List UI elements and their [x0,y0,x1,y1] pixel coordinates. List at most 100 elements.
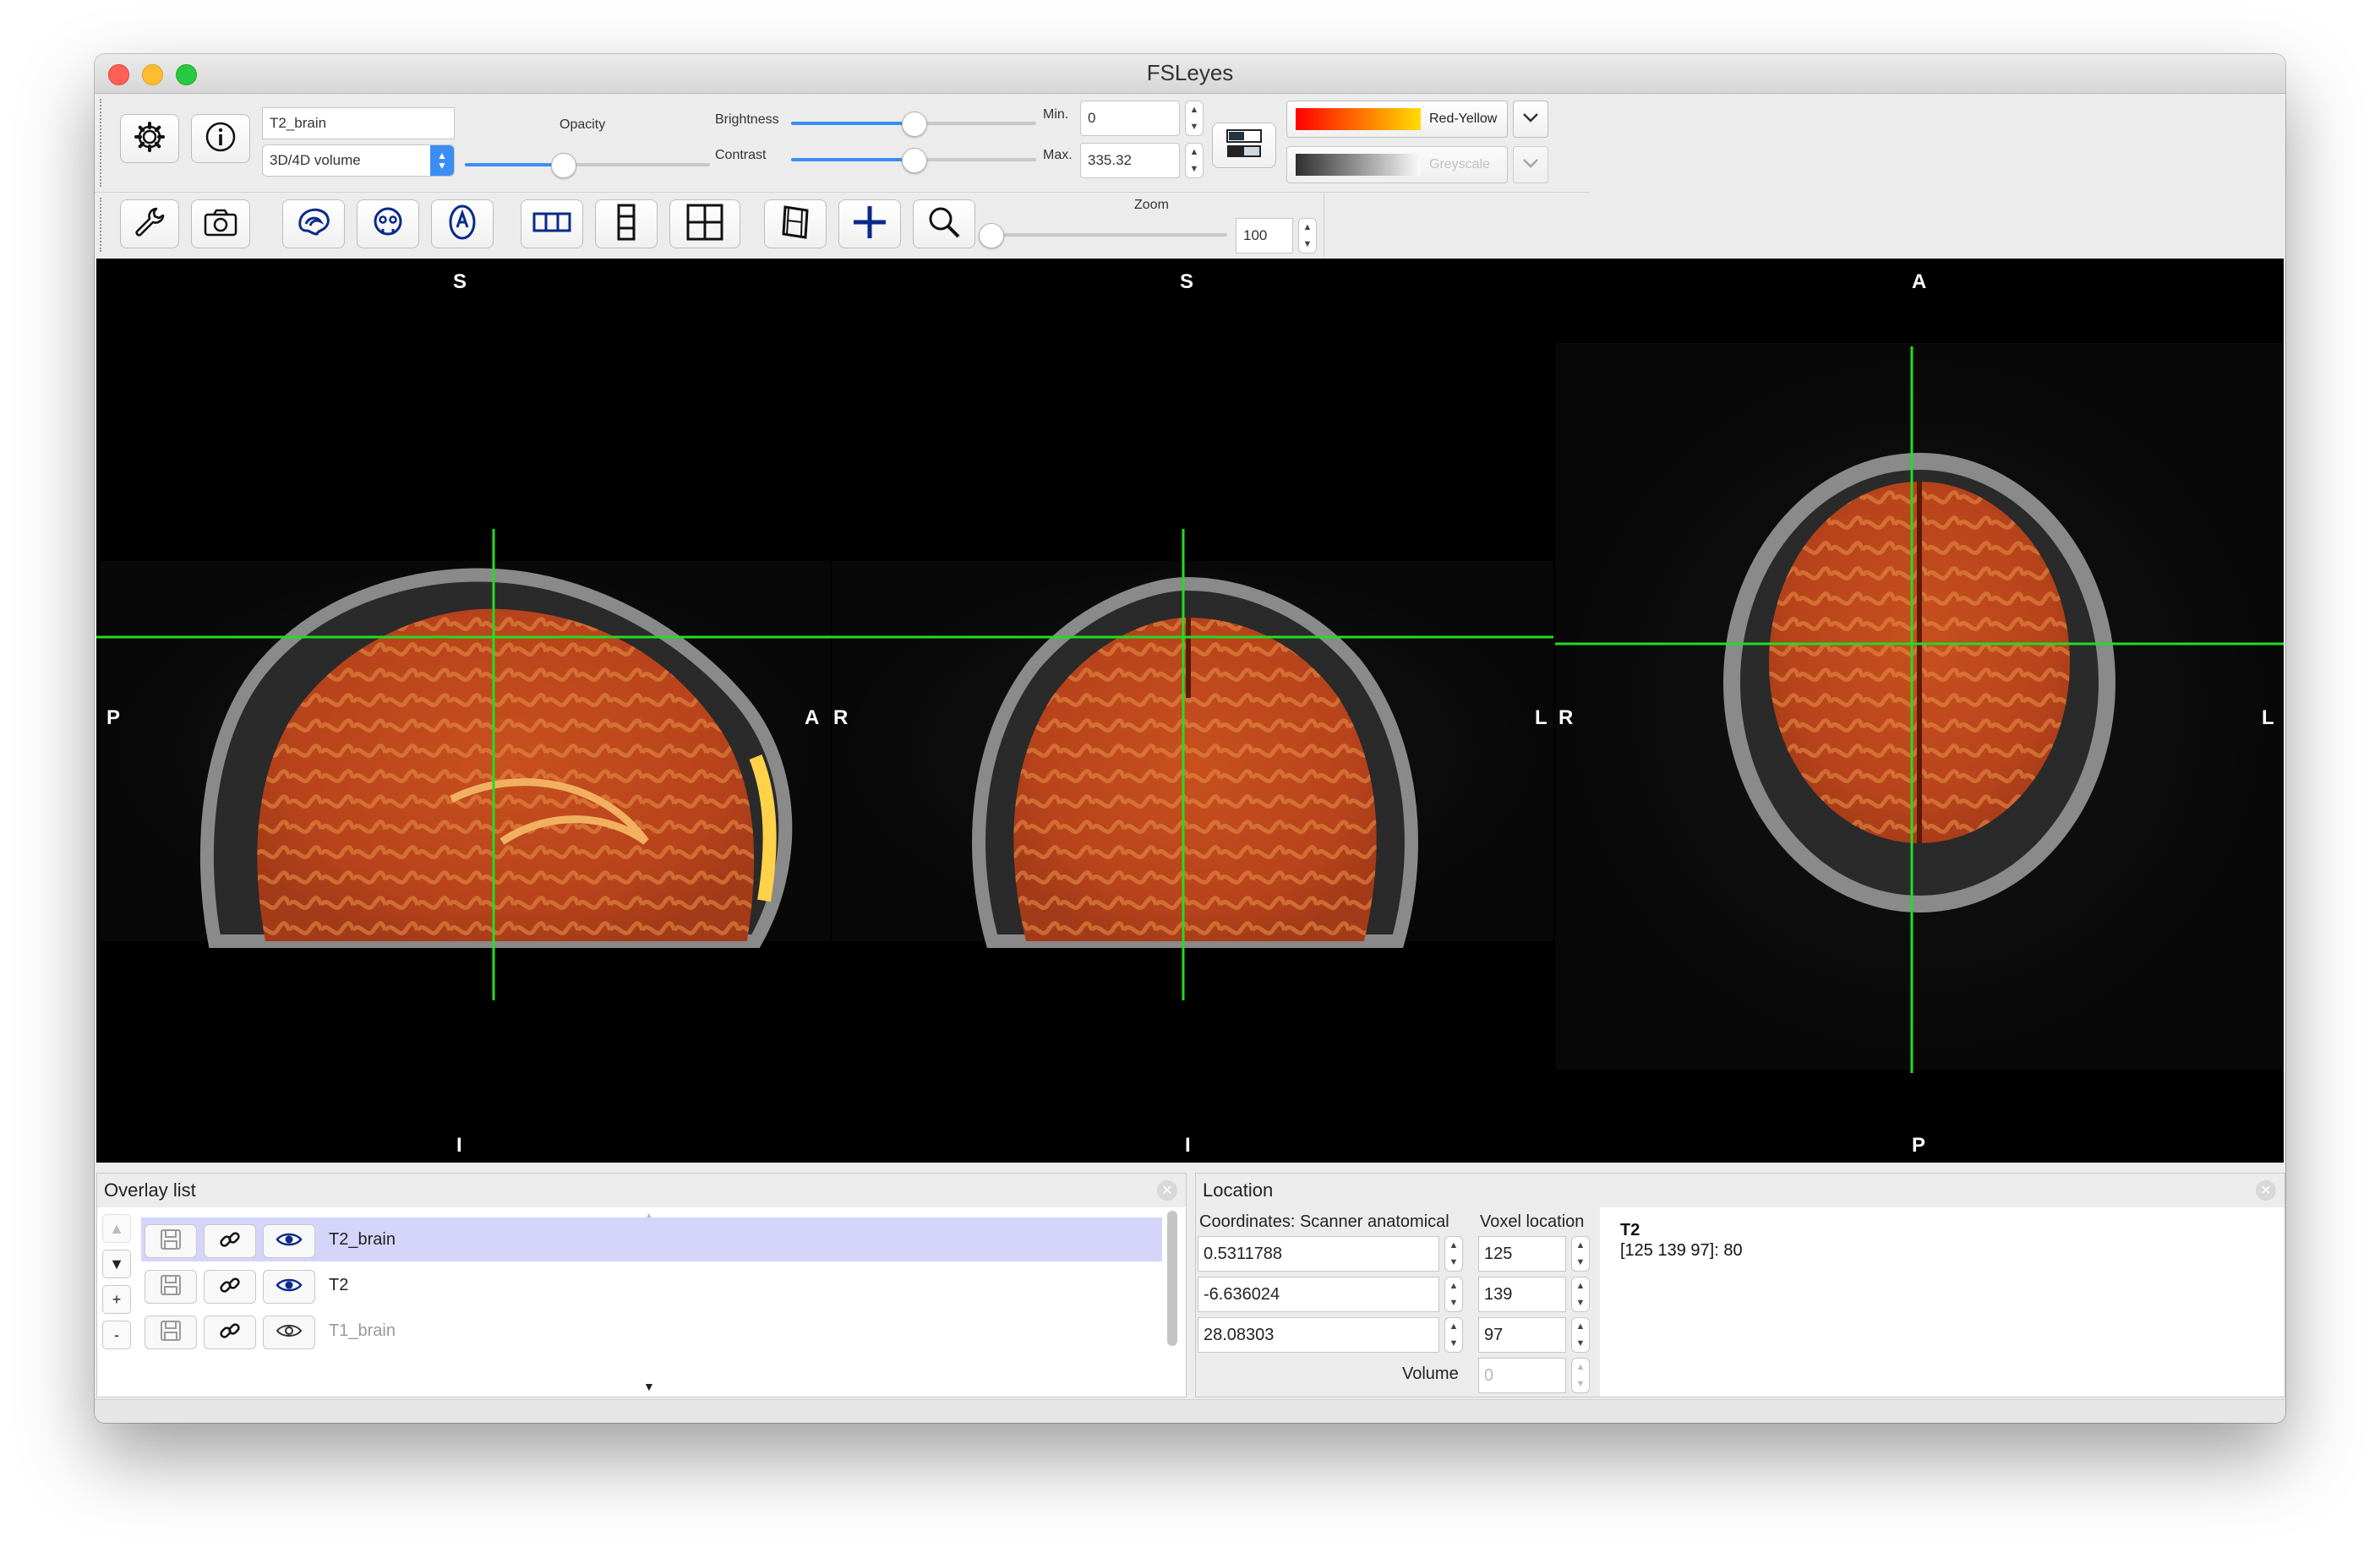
remove-overlay-button[interactable]: - [102,1321,131,1349]
voxel-x-field[interactable]: 125 [1478,1236,1566,1272]
voxel-y-field[interactable]: 139 [1478,1277,1566,1312]
save-icon [160,1228,182,1255]
toggle-cursor-button[interactable] [838,199,901,248]
toggle-axial-button[interactable] [431,199,494,248]
toolbar-grip[interactable] [100,198,106,252]
min-value-stepper[interactable]: ▲ ▼ [1185,101,1204,136]
coronal-label-left: R [833,706,849,729]
coord-z-stepper[interactable]: ▲ ▼ [1444,1317,1463,1353]
voxel-z-field[interactable]: 97 [1478,1317,1566,1353]
toggle-sagittal-button[interactable] [282,199,345,248]
toggle-visibility-button[interactable] [263,1270,315,1304]
reset-zoom-button[interactable] [913,199,975,248]
coord-x-stepper[interactable]: ▲ ▼ [1444,1236,1463,1272]
opacity-slider-handle[interactable] [551,153,576,178]
coord-y-field[interactable]: -6.636024 [1198,1277,1439,1312]
min-value-field[interactable]: 0 [1080,101,1180,136]
coronal-label-right: L [1535,706,1548,729]
toggle-visibility-button[interactable] [263,1316,315,1349]
negative-colormap-dropdown-button[interactable] [1513,146,1548,183]
movie-icon [778,204,812,245]
volume-field[interactable]: 0 [1478,1358,1566,1393]
close-icon[interactable]: ✕ [2256,1180,2276,1201]
toggle-visibility-button[interactable] [263,1224,315,1258]
negative-colormap-select[interactable]: Greyscale [1286,146,1508,183]
colormap-select[interactable]: Red-Yellow [1286,101,1508,138]
overlay-name-field[interactable]: T2_brain [262,107,455,139]
overlay-list-scroll-down[interactable]: ▼ [643,1380,655,1393]
chevron-updown-icon: ▲ ▼ [430,145,454,176]
location-header: Location ✕ [1196,1174,2284,1207]
contrast-slider-fill [791,158,914,161]
chevron-down-icon [1522,157,1539,172]
location-title: Location [1203,1179,1274,1201]
overlay-name: T2_brain [329,1230,396,1249]
contrast-slider[interactable] [791,148,1036,173]
overlay-type-select[interactable]: 3D/4D volume ▲ ▼ [262,144,455,177]
crosshair-icon [851,204,888,245]
voxel-x-stepper[interactable]: ▲ ▼ [1571,1236,1590,1272]
save-overlay-button[interactable] [145,1270,197,1304]
coronal-label-top: S [1180,270,1194,293]
toggle-coronal-button[interactable] [357,199,419,248]
add-overlay-button[interactable]: + [102,1285,131,1314]
view-settings-button[interactable] [120,199,179,248]
voxel-z-stepper[interactable]: ▲ ▼ [1571,1317,1590,1353]
overlay-list-panel: Overlay list ✕ ▲ ▼ + - ▲ ▼ T2_brain T2 T… [96,1173,1187,1397]
link-overlay-button[interactable] [204,1224,256,1258]
overlay-list-scrollbar[interactable] [1167,1211,1177,1346]
overlay-row-t2[interactable]: T2 [141,1263,1162,1307]
close-icon[interactable]: ✕ [1157,1180,1177,1201]
link-overlay-button[interactable] [204,1270,256,1304]
zoom-slider-handle[interactable] [979,223,1004,248]
axial-view[interactable] [1555,343,2282,1070]
sagittal-icon [295,205,332,243]
sagittal-view[interactable] [100,561,830,948]
layout-vertical-button[interactable] [595,199,658,248]
voxel-y-stepper[interactable]: ▲ ▼ [1571,1277,1590,1312]
screenshot-button[interactable] [191,199,250,248]
toolbar-grip[interactable] [100,99,106,187]
opacity-slider[interactable] [465,153,710,178]
brightness-label: Brightness [715,112,779,127]
coronal-view[interactable] [832,561,1553,948]
zoom-stepper[interactable]: ▲ ▼ [1298,218,1317,253]
invert-colormap-button[interactable] [1212,123,1276,168]
coordinates-header: Coordinates: Scanner anatomical [1199,1212,1449,1231]
save-icon [160,1320,182,1346]
sagittal-label-right: A [805,706,820,729]
overlay-row-t1-brain[interactable]: T1_brain [141,1309,1162,1353]
layout-horizontal-button[interactable] [521,199,583,248]
move-overlay-down-button[interactable]: ▼ [102,1250,131,1278]
location-info-value: [125 139 97]: 80 [1620,1241,1743,1260]
zoom-value-field[interactable]: 100 [1236,218,1293,253]
layout-grid-button[interactable] [669,199,740,248]
layout-grid-icon [686,204,723,245]
overlay-row-t2-brain[interactable]: T2_brain [141,1218,1162,1261]
colormap-dropdown-button[interactable] [1513,101,1548,138]
display-settings-button[interactable] [120,114,179,163]
overlay-info-button[interactable] [191,114,250,163]
coord-z-field[interactable]: 28.08303 [1198,1317,1439,1353]
brightness-slider[interactable] [791,112,1036,137]
coord-y-stepper[interactable]: ▲ ▼ [1444,1277,1463,1312]
save-overlay-button[interactable] [145,1316,197,1349]
max-value-stepper[interactable]: ▲ ▼ [1185,143,1204,178]
movie-mode-button[interactable] [764,199,827,248]
overlay-list-title: Overlay list [104,1179,196,1201]
gear-icon [133,120,166,158]
contrast-slider-handle[interactable] [902,148,927,173]
max-value-field[interactable]: 335.32 [1080,143,1180,178]
ortho-canvas[interactable]: S I P A S I R L A P R L [96,259,2284,1163]
link-overlay-button[interactable] [204,1316,256,1349]
save-overlay-button[interactable] [145,1224,197,1258]
axial-label-left: R [1558,706,1574,729]
eye-icon [276,1322,303,1343]
volume-stepper[interactable]: ▲ ▼ [1571,1358,1590,1393]
brightness-slider-handle[interactable] [902,112,927,137]
coord-x-field[interactable]: 0.5311788 [1198,1236,1439,1272]
move-overlay-up-button[interactable]: ▲ [102,1214,131,1243]
overlay-type-label: 3D/4D volume [270,152,361,168]
zoom-slider[interactable] [979,223,1227,248]
red-yellow-swatch [1296,108,1421,130]
